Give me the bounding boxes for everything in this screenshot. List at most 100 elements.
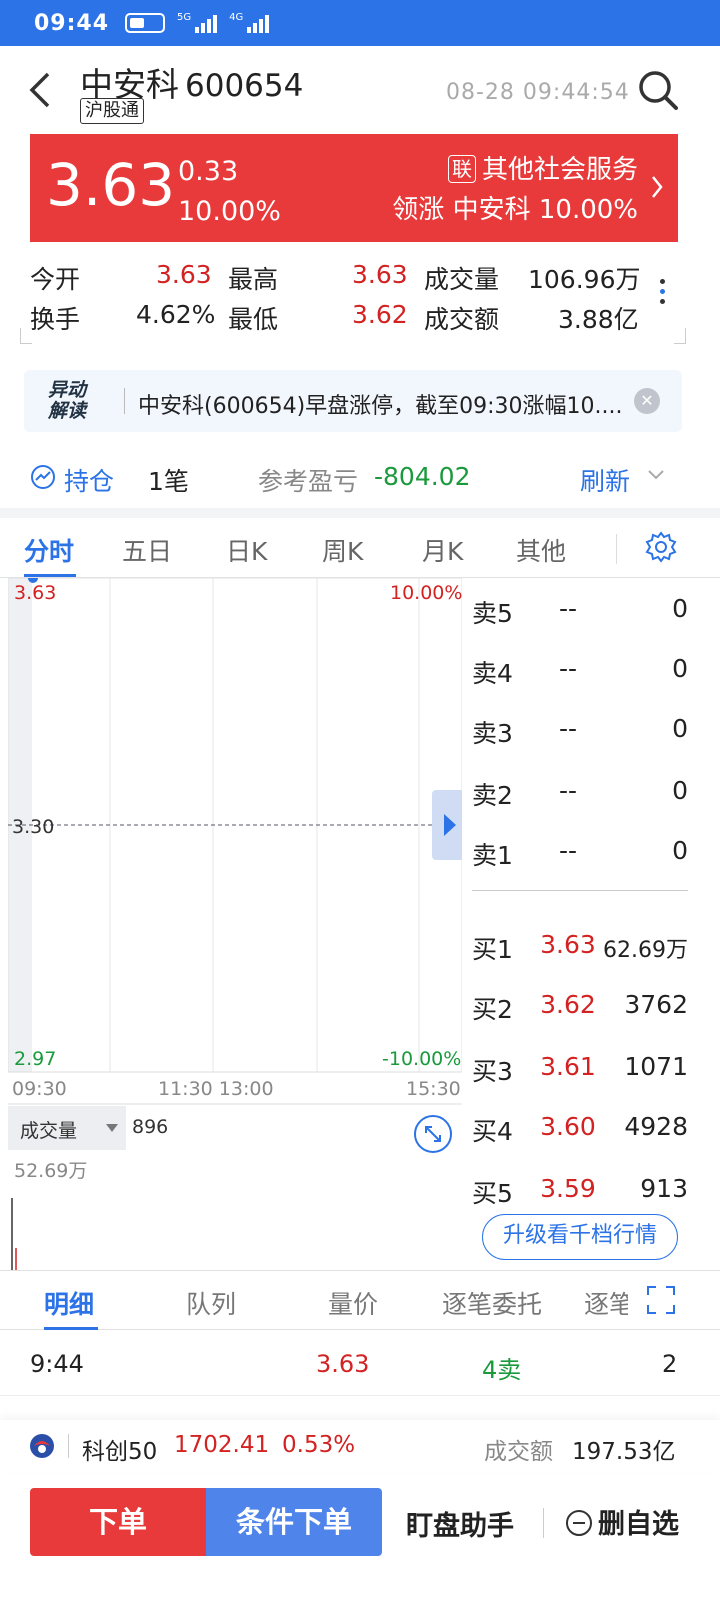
trade-price: 3.63 xyxy=(316,1350,370,1378)
tab-detail[interactable]: 明细 xyxy=(44,1285,94,1321)
price-banner[interactable]: 3.63 0.33 10.00% 联其他社会服务 领涨 中安科 10.00% xyxy=(30,134,678,242)
tab-five-day[interactable]: 五日 xyxy=(122,532,172,568)
tab-trade-by-trade[interactable]: 逐笔 xyxy=(584,1285,628,1321)
axis-price-mid: 3.30 xyxy=(12,816,55,838)
sector-badge: 联 xyxy=(447,155,476,183)
exchange-logo-icon xyxy=(30,1434,54,1458)
index-value: 1702.41 xyxy=(174,1432,270,1458)
pnl-label: 参考盈亏 xyxy=(258,467,359,496)
chevron-right-icon xyxy=(652,176,663,198)
tab-weekly-k[interactable]: 周K xyxy=(322,532,363,568)
volume-value: 106.96万 xyxy=(528,265,641,294)
chart-tabs: 分时 五日 日K 周K 月K 其他 xyxy=(0,520,720,578)
index-name: 科创50 xyxy=(82,1439,158,1465)
tab-monthly-k[interactable]: 月K xyxy=(422,532,463,568)
holding-label[interactable]: 持仓 xyxy=(64,462,114,498)
volume-current: 896 xyxy=(132,1116,169,1138)
volume-label: 成交量 xyxy=(424,265,500,294)
index-amount-label: 成交额 xyxy=(484,1439,553,1465)
tab-separator xyxy=(616,534,617,564)
tab-intraday[interactable]: 分时 xyxy=(24,532,74,568)
ask-row: 卖1 -- 0 xyxy=(472,836,688,870)
conditional-order-button[interactable]: 条件下单 xyxy=(206,1488,382,1556)
place-order-button[interactable]: 下单 xyxy=(30,1488,206,1556)
remove-watchlist-label: 删自选 xyxy=(598,1509,679,1540)
quote-stats: 今开 3.63 最高 3.63 成交量 106.96万 换手 4.62% 最低 … xyxy=(0,254,720,344)
index-pct: 0.53% xyxy=(282,1432,356,1458)
turnover-value: 4.62% xyxy=(136,300,216,329)
axis-price-bottom: 2.97 xyxy=(14,1048,57,1070)
high-label: 最高 xyxy=(228,265,279,294)
tab-daily-k[interactable]: 日K xyxy=(226,532,267,568)
tab-volume-price[interactable]: 量价 xyxy=(328,1285,378,1321)
amount-value: 3.88亿 xyxy=(558,305,639,334)
news-logo: 异动 解读 xyxy=(48,379,87,422)
stats-corner-left xyxy=(20,328,32,344)
expand-icon[interactable] xyxy=(646,1285,676,1315)
upgrade-depth-button[interactable]: 升级看千档行情 xyxy=(482,1214,678,1260)
price-change: 0.33 10.00% xyxy=(178,152,281,232)
bottom-action-bar: 下单 条件下单 盯盘助手 删自选 xyxy=(0,1486,720,1562)
refresh-button[interactable]: 刷新 xyxy=(580,462,630,498)
axis-price-top: 3.63 xyxy=(14,582,57,604)
open-label: 今开 xyxy=(30,265,81,294)
volume-max: 52.69万 xyxy=(14,1160,88,1182)
ask-row: 卖2 -- 0 xyxy=(472,776,688,810)
sector-info: 联其他社会服务 领涨 中安科 10.00% xyxy=(392,150,638,230)
news-headline[interactable]: 中安科(600654)早盘涨停，截至09:30涨幅10.... xyxy=(138,388,623,420)
axis-time-open: 09:30 xyxy=(12,1078,67,1100)
leader-label: 领涨 xyxy=(392,195,445,225)
section-divider xyxy=(0,508,720,518)
amount-label: 成交额 xyxy=(424,305,500,334)
minus-circle-icon xyxy=(566,1510,592,1536)
action-divider xyxy=(543,1508,544,1538)
detail-tabs: 明细 队列 量价 逐笔委托 逐笔 xyxy=(0,1270,720,1330)
bid-row: 买2 3.62 3762 xyxy=(472,990,688,1024)
battery-icon xyxy=(125,13,166,33)
holding-count: 1笔 xyxy=(148,467,189,496)
more-options-icon[interactable] xyxy=(660,274,670,309)
change-amount: 0.33 xyxy=(178,156,239,187)
tab-queue[interactable]: 队列 xyxy=(186,1285,236,1321)
chevron-down-icon[interactable] xyxy=(648,470,664,480)
bid-row: 买1 3.63 62.69万 xyxy=(472,930,688,964)
intraday-chart[interactable]: 3.63 10.00% 3.30 2.97 -10.00% 09:30 11:3… xyxy=(7,573,464,1270)
bid-row: 买5 3.59 913 xyxy=(472,1174,688,1208)
holding-bar: 持仓 1笔 参考盈亏 -804.02 刷新 xyxy=(0,448,720,508)
news-divider xyxy=(124,388,125,414)
tab-underline xyxy=(24,574,76,577)
axis-pct-bottom: -10.00% xyxy=(382,1048,462,1070)
bid-row: 买4 3.60 4928 xyxy=(472,1112,688,1146)
stats-corner-right xyxy=(674,328,686,344)
volume-selector[interactable]: 成交量 xyxy=(20,1116,77,1143)
news-banner[interactable]: 异动 解读 中安科(600654)早盘涨停，截至09:30涨幅10.... ✕ xyxy=(24,370,682,432)
watch-assistant-button[interactable]: 盯盘助手 xyxy=(406,1504,514,1543)
signal-5g-icon: 5G xyxy=(177,13,218,33)
low-label: 最低 xyxy=(228,305,279,334)
trade-side: 4卖 xyxy=(482,1356,522,1384)
search-icon[interactable] xyxy=(636,68,680,112)
change-percent: 10.00% xyxy=(178,196,281,227)
ask-row: 卖3 -- 0 xyxy=(472,714,688,748)
tab-order-by-order[interactable]: 逐笔委托 xyxy=(442,1285,542,1321)
index-ticker[interactable]: 科创50 1702.41 0.53% 成交额 197.53亿 xyxy=(0,1420,720,1472)
close-icon[interactable]: ✕ xyxy=(634,388,660,414)
trade-count: 2 xyxy=(662,1350,678,1378)
index-divider xyxy=(68,1434,69,1458)
stock-code: 600654 xyxy=(185,68,304,104)
pnl-value: -804.02 xyxy=(374,462,471,491)
gear-icon[interactable] xyxy=(644,530,678,564)
tab-other[interactable]: 其他 xyxy=(516,532,566,568)
trade-time: 9:44 xyxy=(30,1350,84,1378)
trade-row: 9:44 3.63 4卖 2 xyxy=(0,1332,720,1396)
last-price: 3.63 xyxy=(46,151,176,219)
turnover-label: 换手 xyxy=(30,305,81,334)
quote-datetime: 08-28 09:44:54 xyxy=(446,80,630,105)
bid-row: 买3 3.61 1071 xyxy=(472,1052,688,1086)
back-arrow-icon[interactable] xyxy=(26,68,56,112)
low-value: 3.62 xyxy=(352,300,408,329)
book-divider xyxy=(472,890,688,891)
sector-name: 其他社会服务 xyxy=(481,155,638,185)
axis-time-close: 15:30 xyxy=(406,1078,461,1100)
remove-watchlist-button[interactable]: 删自选 xyxy=(566,1502,679,1541)
